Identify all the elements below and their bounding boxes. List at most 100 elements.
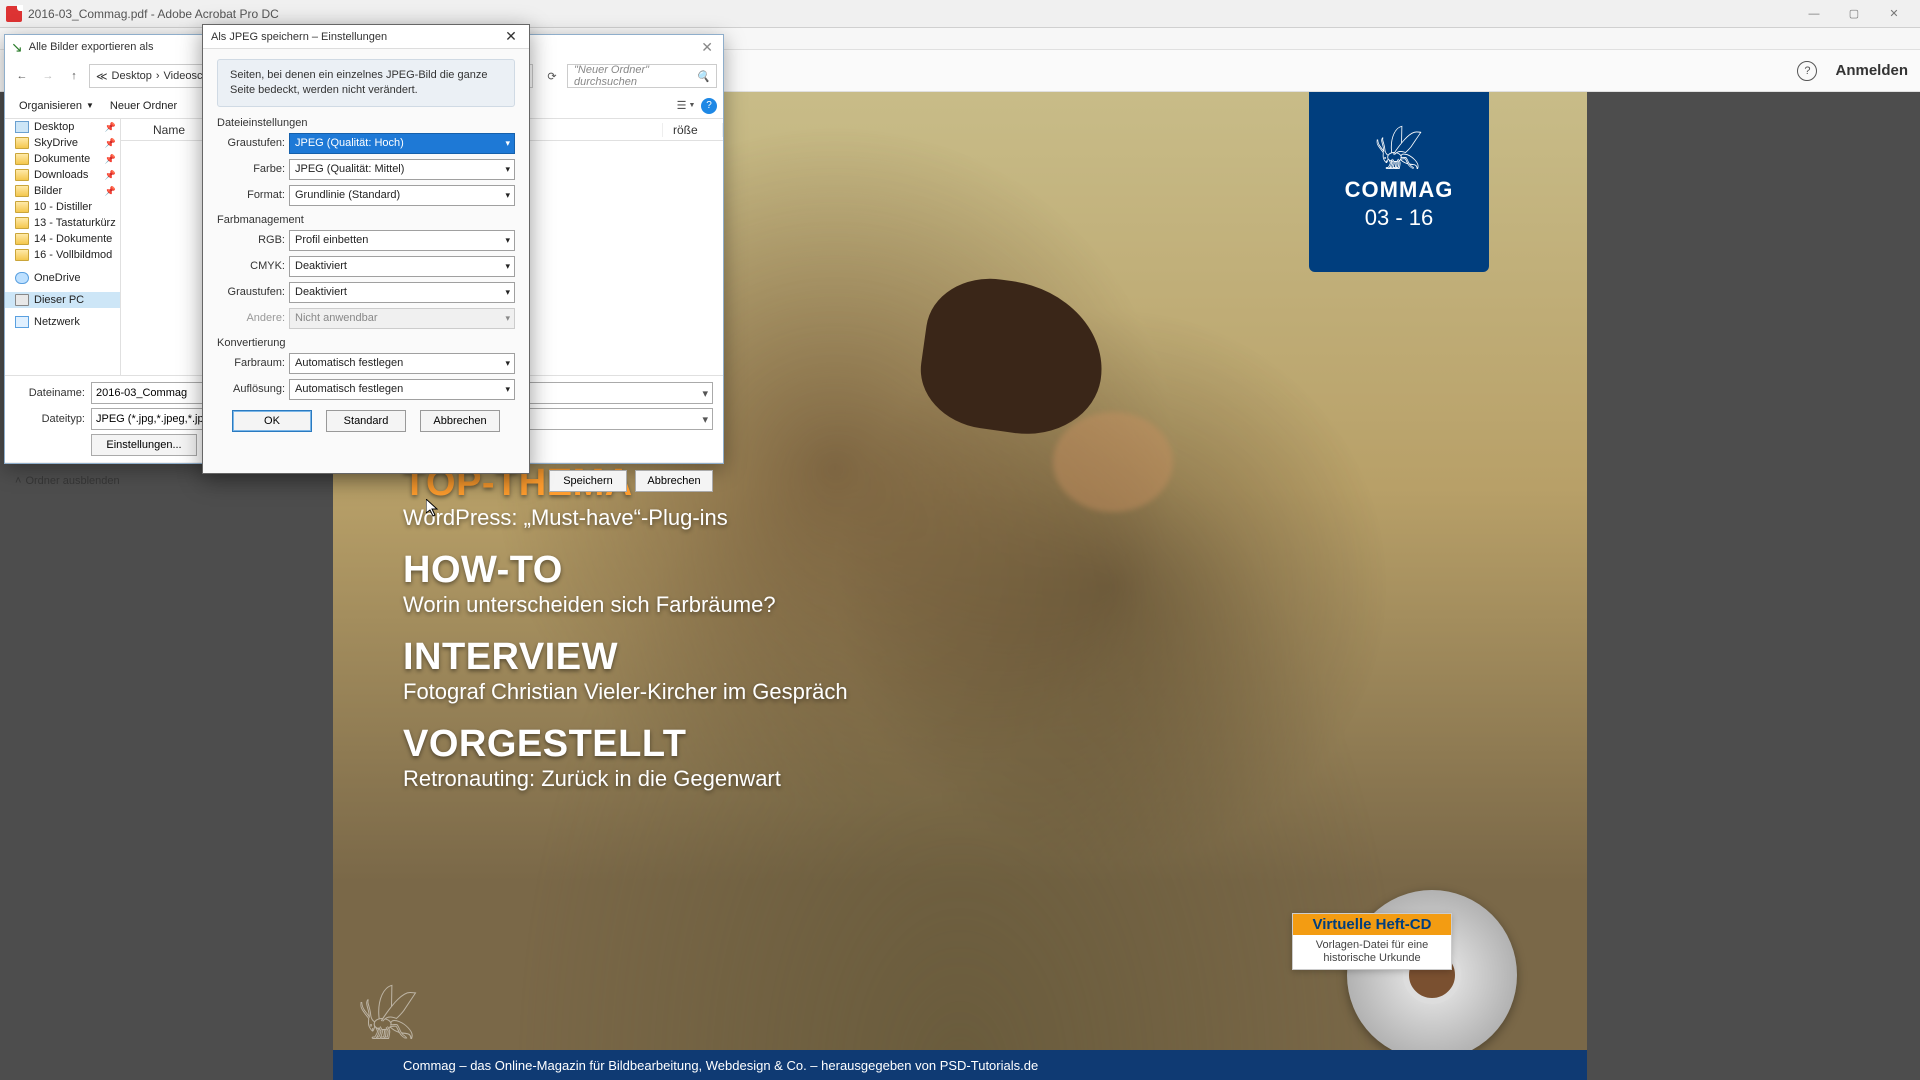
newfolder-button[interactable]: Neuer Ordner: [102, 98, 185, 114]
folder-icon: [15, 272, 29, 284]
chevron-up-icon: ˄: [15, 475, 21, 487]
cd-banner: Virtuelle Heft-CD Vorlagen-Datei für ein…: [1292, 913, 1452, 970]
label-farbraum: Farbraum:: [217, 357, 285, 369]
tree-node[interactable]: Bilder 📌: [5, 183, 120, 199]
folder-icon: [15, 201, 29, 213]
tree-node-label: 13 - Tastaturkürz: [34, 217, 116, 229]
tree-node[interactable]: 16 - Vollbildmod: [5, 247, 120, 263]
magazine-badge: 𓆤 COMMAG 03 - 16: [1309, 92, 1489, 272]
tree-node[interactable]: Desktop📌: [5, 119, 120, 135]
tree-node[interactable]: SkyDrive📌: [5, 135, 120, 151]
help-icon[interactable]: ?: [701, 98, 717, 114]
minimize-button[interactable]: —: [1794, 3, 1834, 25]
organize-button[interactable]: Organisieren▼: [11, 98, 102, 114]
col-size[interactable]: röße: [663, 123, 723, 137]
pin-icon: 📌: [105, 186, 116, 197]
maximize-button[interactable]: ▢: [1834, 3, 1874, 25]
close-button[interactable]: ✕: [1874, 3, 1914, 25]
cancel-button[interactable]: Abbrechen: [635, 470, 713, 492]
settings-button[interactable]: Einstellungen...: [91, 434, 197, 456]
headline-interview: INTERVIEW: [403, 636, 848, 679]
nav-up-button[interactable]: ↑: [63, 65, 85, 87]
folder-icon: [15, 294, 29, 306]
tree-node[interactable]: Downloads📌: [5, 167, 120, 183]
select-format[interactable]: Grundlinie (Standard): [289, 185, 515, 206]
folder-tree[interactable]: Desktop📌SkyDrive📌Dokumente📌Downloads📌Bil…: [5, 119, 121, 375]
app-icon: [6, 6, 22, 22]
tree-node[interactable]: Dokumente 📌: [5, 151, 120, 167]
chevron-down-icon: ▾: [702, 387, 708, 400]
tree-node-label: Netzwerk: [34, 316, 80, 328]
butterfly-icon: 𓆤: [1375, 133, 1424, 173]
standard-button[interactable]: Standard: [326, 410, 406, 432]
dog-image-shape-2: [1053, 412, 1173, 512]
headline-howto: HOW-TO: [403, 549, 848, 592]
tree-node[interactable]: 13 - Tastaturkürz: [5, 215, 120, 231]
sect-dateieinstellungen: Dateieinstellungen: [217, 117, 515, 129]
help-icon[interactable]: ?: [1797, 61, 1817, 81]
butterfly-watermark-icon: 𓆤: [358, 970, 419, 1052]
jpeg-settings-dialog: Als JPEG speichern – Einstellungen ✕ Sei…: [202, 24, 530, 474]
sub-topthema: WordPress: „Must-have“-Plug-ins: [403, 505, 848, 531]
search-input[interactable]: "Neuer Ordner" durchsuchen 🔍: [567, 64, 717, 88]
select-aufloesung[interactable]: Automatisch festlegen: [289, 379, 515, 400]
label-rgb: RGB:: [217, 234, 285, 246]
folders-toggle[interactable]: ˄Ordner ausblenden: [15, 475, 120, 487]
sect-konvertierung: Konvertierung: [217, 337, 515, 349]
folder-icon: [15, 217, 29, 229]
filetype-label: Dateityp:: [15, 413, 85, 425]
select-graustufen[interactable]: JPEG (Qualität: Hoch): [289, 133, 515, 154]
signin-link[interactable]: Anmelden: [1835, 62, 1908, 79]
cd-banner-sub: Vorlagen-Datei für eine historische Urku…: [1293, 935, 1451, 969]
select-rgb[interactable]: Profil einbetten: [289, 230, 515, 251]
folder-icon: [15, 185, 29, 197]
chevron-right-icon: ›: [156, 70, 160, 82]
nav-back-button[interactable]: ←: [11, 65, 33, 87]
tree-node[interactable]: Netzwerk: [5, 314, 120, 330]
tree-node-label: 10 - Distiller: [34, 201, 92, 213]
crumb-desktop[interactable]: Desktop: [112, 70, 152, 82]
label-format: Format:: [217, 189, 285, 201]
filename-label: Dateiname:: [15, 387, 85, 399]
select-andere: Nicht anwendbar: [289, 308, 515, 329]
headline-vorgestellt: VORGESTELLT: [403, 723, 848, 766]
jpeg-dialog-close-icon[interactable]: ✕: [501, 27, 521, 47]
refresh-button[interactable]: ⟳: [541, 65, 563, 87]
tree-node-label: Bilder: [34, 185, 62, 197]
pin-icon: 📌: [105, 154, 116, 165]
page-footer: Commag – das Online-Magazin für Bildbear…: [333, 1050, 1587, 1080]
magazine-name: COMMAG: [1345, 177, 1454, 203]
chevron-down-icon: ▼: [86, 101, 94, 110]
folder-icon: [15, 153, 29, 165]
abbrechen-button[interactable]: Abbrechen: [420, 410, 500, 432]
folder-icon: [15, 137, 29, 149]
select-farbe[interactable]: JPEG (Qualität: Mittel): [289, 159, 515, 180]
search-icon: 🔍: [696, 70, 710, 83]
select-farbraum[interactable]: Automatisch festlegen: [289, 353, 515, 374]
pin-icon: 📌: [105, 138, 116, 149]
search-placeholder: "Neuer Ordner" durchsuchen: [574, 64, 696, 88]
ok-button[interactable]: OK: [232, 410, 312, 432]
label-aufloesung: Auflösung:: [217, 383, 285, 395]
save-button[interactable]: Speichern: [549, 470, 627, 492]
folder-icon: [15, 121, 29, 133]
tree-node-label: Dieser PC: [34, 294, 84, 306]
save-dialog-title-text: Alle Bilder exportieren als: [29, 41, 154, 53]
tree-node[interactable]: 14 - Dokumente: [5, 231, 120, 247]
save-dialog-close-icon[interactable]: ✕: [697, 39, 717, 56]
select-graustufen2[interactable]: Deaktiviert: [289, 282, 515, 303]
tree-node[interactable]: 10 - Distiller: [5, 199, 120, 215]
label-farbe: Farbe:: [217, 163, 285, 175]
tree-node-label: Dokumente: [34, 153, 90, 165]
info-box: Seiten, bei denen ein einzelnes JPEG-Bil…: [217, 59, 515, 107]
view-mode-button[interactable]: ☰▼: [677, 97, 695, 115]
tree-node[interactable]: Dieser PC: [5, 292, 120, 308]
magazine-date: 03 - 16: [1365, 205, 1434, 231]
chevron-down-icon: ▾: [702, 413, 708, 426]
label-graustufen2: Graustufen:: [217, 286, 285, 298]
nav-forward-button[interactable]: →: [37, 65, 59, 87]
select-cmyk[interactable]: Deaktiviert: [289, 256, 515, 277]
tree-node-label: 16 - Vollbildmod: [34, 249, 112, 261]
tree-node-label: Desktop: [34, 121, 74, 133]
tree-node[interactable]: OneDrive: [5, 269, 120, 286]
